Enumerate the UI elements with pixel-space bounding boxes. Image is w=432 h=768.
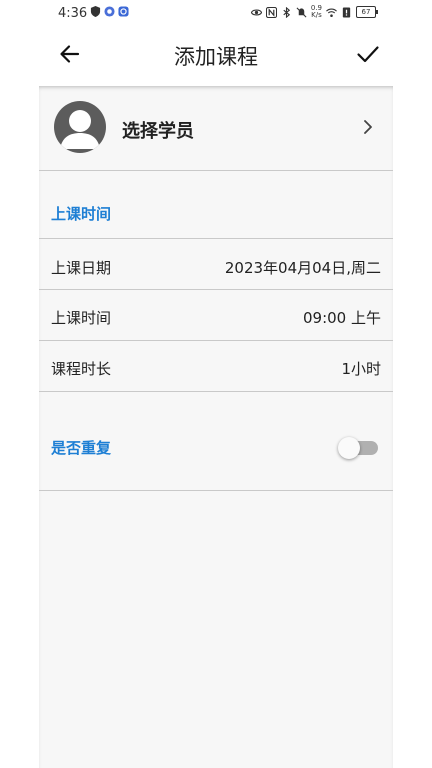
class-time-label: 上课时间: [51, 309, 112, 327]
class-duration-label: 课程时长: [51, 360, 112, 378]
app-notification-icon-2: [118, 6, 129, 17]
class-time-value: 09:00 上午: [303, 309, 381, 327]
wifi-icon: [326, 8, 337, 17]
status-time: 4:36: [58, 6, 88, 21]
nfc-icon: [265, 6, 277, 18]
toggle-thumb: [338, 437, 360, 459]
repeat-label: 是否重复: [51, 439, 112, 457]
repeat-toggle[interactable]: [338, 436, 380, 460]
sim-icon: [342, 6, 351, 18]
avatar: [54, 101, 106, 153]
app-notification-icon: [104, 6, 115, 17]
chevron-right-icon: [364, 120, 372, 134]
form-content: 选择学员 上课时间 上课日期 2023年04月04日,周二 上课时间 09:00…: [39, 86, 393, 768]
battery-icon: 67: [356, 6, 378, 18]
app-bar: 添加课程: [0, 26, 432, 86]
divider: [39, 170, 393, 171]
select-student-row[interactable]: 选择学员: [39, 86, 393, 170]
status-bar: 4:36 0.9 K/s 67: [0, 0, 432, 26]
class-duration-value: 1小时: [341, 360, 381, 378]
status-system-icons: 0.9 K/s 67: [250, 5, 378, 19]
section-title-class-time: 上课时间: [51, 205, 112, 223]
divider: [39, 391, 393, 392]
shield-icon: [90, 6, 101, 17]
class-date-label: 上课日期: [51, 259, 112, 277]
divider: [39, 289, 393, 290]
select-student-label: 选择学员: [122, 121, 194, 142]
divider: [39, 490, 393, 491]
mute-bell-icon: [296, 7, 307, 17]
eye-icon: [250, 9, 262, 15]
bluetooth-icon: [283, 6, 290, 18]
network-speed: 0.9 K/s: [311, 5, 322, 19]
default-avatar-icon: [60, 110, 100, 149]
status-notification-icons: [90, 6, 129, 17]
class-date-value: 2023年04月04日,周二: [224, 259, 381, 277]
divider: [39, 340, 393, 341]
network-speed-unit: K/s: [311, 11, 322, 19]
check-icon[interactable]: [354, 40, 382, 68]
divider: [39, 238, 393, 239]
